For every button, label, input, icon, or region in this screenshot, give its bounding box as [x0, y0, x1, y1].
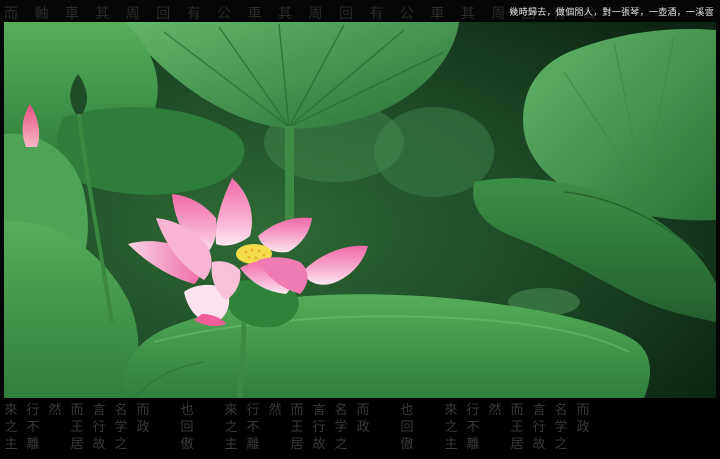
calligraphy-column: 然 [488, 403, 502, 418]
calligraphy-column [374, 402, 396, 453]
bottom-calligraphy-strip: 來之主 行不離然而王居 言行故 名学之而 政也回傲 來之主 行不離然而王居 言行故 名学之而 … [0, 398, 720, 459]
calligraphy-column: 名学之 [554, 403, 568, 452]
calligraphy-column: 來之主 [4, 403, 18, 452]
lotus-scene-illustration [4, 22, 716, 398]
calligraphy-column [154, 402, 176, 453]
calligraphy-column: 而王居 [70, 403, 84, 452]
calligraphy-column: 行不離 [246, 403, 260, 452]
calligraphy-column [418, 402, 440, 453]
calligraphy-column: 而 政 [356, 403, 370, 435]
calligraphy-column: 言行故 [312, 403, 326, 452]
poem-caption: 幾時歸去，做個閒人，對一張琴，一壺酒，一溪雲 [509, 8, 714, 18]
calligraphy-column [198, 402, 220, 453]
bottom-calligraphy-text: 來之主 行不離然而王居 言行故 名学之而 政也回傲 來之主 行不離然而王居 言行故 名学之而 … [0, 402, 720, 453]
calligraphy-column: 也回傲 [180, 403, 194, 452]
calligraphy-column: 來之主 [224, 403, 238, 452]
calligraphy-column: 名学之 [114, 403, 128, 452]
calligraphy-column: 而王居 [290, 403, 304, 452]
calligraphy-column: 行不離 [466, 403, 480, 452]
calligraphy-column: 也回傲 [400, 403, 414, 452]
calligraphy-column: 行不離 [26, 403, 40, 452]
top-calligraphy-strip: 而 軸 車 其 周 回 有 公 車 其 周 回 有 公 車 其 周 回 有 公 … [0, 0, 720, 22]
calligraphy-column: 言行故 [92, 403, 106, 452]
calligraphy-column: 來之主 [444, 403, 458, 452]
calligraphy-column: 言行故 [532, 403, 546, 452]
calligraphy-column: 而 政 [576, 403, 590, 435]
calligraphy-column: 而 政 [136, 403, 150, 435]
calligraphy-column: 名学之 [334, 403, 348, 452]
photo-frame: 而 軸 車 其 周 回 有 公 車 其 周 回 有 公 車 其 周 回 有 公 … [0, 0, 720, 459]
calligraphy-column: 然 [268, 403, 282, 418]
lotus-photo [4, 22, 716, 398]
calligraphy-column: 而王居 [510, 403, 524, 452]
calligraphy-column: 然 [48, 403, 62, 418]
